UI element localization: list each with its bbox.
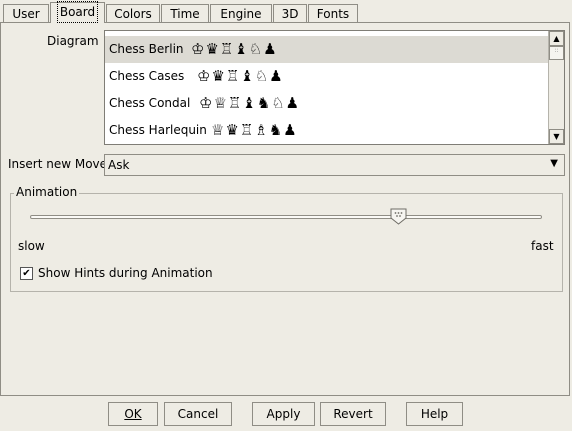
list-item[interactable]: Chess Cases ♔♛♖♝♘♟	[105, 63, 549, 90]
tab-label: Fonts	[316, 7, 350, 21]
check-icon: ✔	[22, 268, 31, 279]
arrow-down-icon: ▼	[553, 132, 560, 141]
arrow-up-icon: ▲	[553, 34, 560, 43]
tab-user[interactable]: User	[3, 4, 49, 22]
list-item-name: Chess Condal	[109, 96, 191, 110]
apply-button[interactable]: Apply	[252, 402, 315, 426]
slider-min-label: slow	[18, 239, 45, 253]
help-button-label: Help	[420, 407, 449, 421]
scrollbar-thumb[interactable]: ::	[549, 46, 564, 60]
piece-preview: ♕♛♖♗♞♟	[211, 121, 298, 139]
scroll-up-button[interactable]: ▲	[549, 31, 564, 46]
slider-max-label: fast	[531, 239, 554, 253]
slider-thumb-icon	[390, 208, 407, 225]
tab-label: 3D	[281, 7, 299, 21]
tab-label: Engine	[220, 7, 262, 21]
cancel-button-label: Cancel	[177, 407, 219, 421]
help-button[interactable]: Help	[406, 402, 463, 426]
ok-button[interactable]: OK	[108, 402, 158, 426]
vertical-scrollbar[interactable]: ▲ :: ▼	[548, 31, 564, 144]
show-hints-checkbox[interactable]: ✔	[20, 267, 33, 280]
chevron-down-icon: ▼	[550, 158, 558, 169]
apply-button-label: Apply	[266, 407, 301, 421]
tab-label: Colors	[114, 7, 152, 21]
list-item[interactable]: Chess Condal ♔♕♖♝♞♘♟	[105, 90, 549, 117]
tab-engine[interactable]: Engine	[210, 4, 272, 22]
revert-button-label: Revert	[333, 407, 373, 421]
revert-button[interactable]: Revert	[320, 402, 386, 426]
cancel-button[interactable]: Cancel	[164, 402, 232, 426]
diagram-label: Diagram	[47, 34, 99, 48]
tab-board[interactable]: Board	[50, 1, 105, 23]
ok-button-label: OK	[124, 407, 142, 421]
tab-fonts[interactable]: Fonts	[308, 4, 358, 22]
show-hints-label: Show Hints during Animation	[38, 266, 213, 280]
tab-time[interactable]: Time	[161, 4, 209, 22]
tab-label: Time	[170, 7, 200, 21]
list-item[interactable]: Chess Berlin ♔♛♖♝♘♟	[105, 36, 549, 63]
list-item-name: Chess Berlin	[109, 42, 184, 56]
animation-slider-track[interactable]	[30, 215, 542, 219]
diagram-list[interactable]: Chess Berlin ♔♛♖♝♘♟ Chess Cases ♔♛♖♝♘♟ C…	[104, 30, 565, 145]
animation-group-title: Animation	[14, 185, 80, 199]
insert-move-select[interactable]: Ask ▼	[104, 154, 565, 176]
piece-preview: ♔♛♖♝♘♟	[197, 67, 284, 85]
piece-preview: ♔♛♖♝♘♟	[191, 40, 278, 58]
insert-move-label: Insert new Move	[8, 157, 108, 171]
scroll-down-button[interactable]: ▼	[549, 129, 564, 144]
tab-colors[interactable]: Colors	[106, 4, 160, 22]
tab-3d[interactable]: 3D	[273, 4, 307, 22]
piece-preview: ♔♕♖♝♞♘♟	[199, 94, 301, 112]
tab-label: User	[12, 7, 40, 21]
tab-label: Board	[56, 1, 99, 23]
list-item[interactable]: Chess Harlequin ♕♛♖♗♞♟	[105, 117, 549, 144]
list-item-name: Chess Harlequin	[109, 123, 207, 137]
insert-move-value: Ask	[108, 158, 130, 172]
animation-slider-thumb[interactable]	[390, 208, 407, 225]
list-item-name: Chess Cases	[109, 69, 185, 83]
